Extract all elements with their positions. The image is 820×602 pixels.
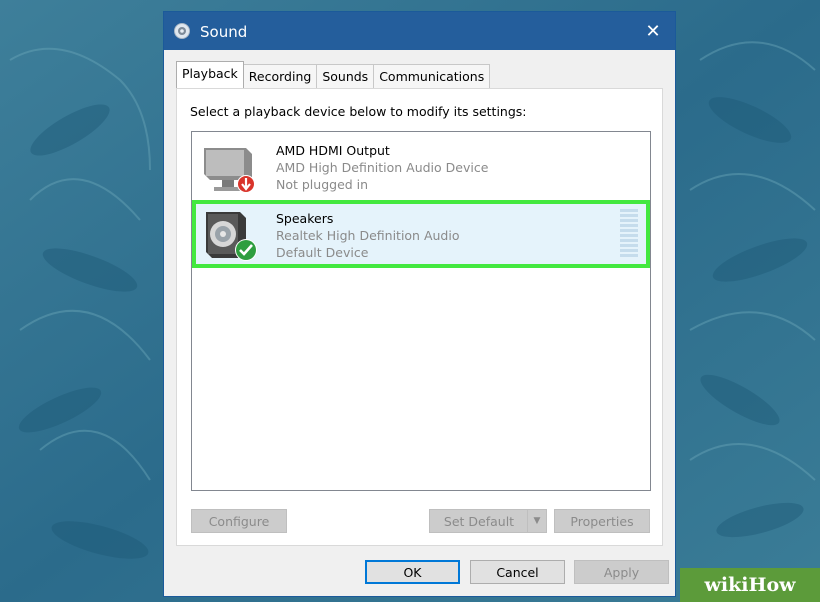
- title-bar[interactable]: Sound ✕: [164, 12, 675, 50]
- wikihow-watermark: wikiHow: [680, 568, 820, 602]
- speaker-device-icon: [206, 212, 257, 261]
- close-button[interactable]: ✕: [631, 12, 675, 50]
- configure-button[interactable]: Configure: [191, 509, 287, 533]
- chevron-down-icon[interactable]: ▼: [527, 510, 546, 532]
- tab-strip: Playback Recording Sounds Communications: [176, 61, 491, 88]
- volume-level-meter: [620, 209, 638, 257]
- tab-playback[interactable]: Playback: [176, 61, 244, 88]
- device-description: Realtek High Definition Audio: [276, 228, 460, 243]
- device-status: Not plugged in: [276, 177, 369, 192]
- playback-panel: Select a playback device below to modify…: [176, 88, 663, 546]
- device-item-speakers[interactable]: Speakers Realtek High Definition Audio D…: [192, 200, 650, 268]
- device-info: AMD HDMI Output AMD High Definition Audi…: [276, 142, 488, 193]
- instruction-text: Select a playback device below to modify…: [190, 104, 527, 119]
- device-name: AMD HDMI Output: [276, 143, 390, 158]
- tab-sounds[interactable]: Sounds: [316, 64, 375, 88]
- tab-recording[interactable]: Recording: [242, 64, 318, 88]
- device-info: Speakers Realtek High Definition Audio D…: [276, 210, 459, 261]
- ok-button[interactable]: OK: [365, 560, 460, 584]
- sound-dialog: Sound ✕ Playback Recording Sounds Commun…: [163, 11, 676, 597]
- cancel-button[interactable]: Cancel: [470, 560, 565, 584]
- device-item-amd-hdmi[interactable]: AMD HDMI Output AMD High Definition Audi…: [192, 132, 650, 200]
- window-title: Sound: [200, 23, 248, 41]
- device-name: Speakers: [276, 211, 334, 226]
- set-default-label: Set Default: [443, 513, 515, 529]
- close-icon: ✕: [645, 20, 661, 42]
- apply-button[interactable]: Apply: [574, 560, 669, 584]
- set-default-button[interactable]: Set Default ▼: [429, 509, 547, 533]
- device-list: AMD HDMI Output AMD High Definition Audi…: [191, 131, 651, 491]
- device-description: AMD High Definition Audio Device: [276, 160, 489, 175]
- device-status: Default Device: [276, 245, 369, 260]
- monitor-icon: [204, 148, 255, 193]
- tab-communications[interactable]: Communications: [373, 64, 491, 88]
- properties-button[interactable]: Properties: [554, 509, 650, 533]
- speaker-icon: [174, 23, 190, 39]
